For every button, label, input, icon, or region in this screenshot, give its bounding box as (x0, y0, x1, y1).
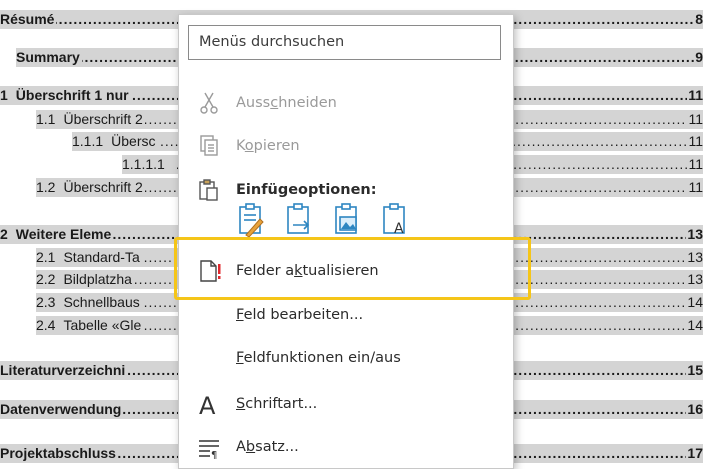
copy-label: Kopieren (236, 138, 300, 154)
toc-entry-text: Standard-Ta (63, 249, 140, 265)
toc-entry-text: Summary (16, 49, 80, 65)
toc-entry-text: Weitere Eleme (15, 226, 112, 242)
paragraph-label: Absatz... (236, 439, 299, 455)
toc-entry-text: Literaturverzeichni (0, 362, 126, 378)
font-label: Schriftart... (236, 396, 318, 412)
toc-entry-text: Übersc (111, 133, 156, 149)
toc-entry-number: 1 (0, 87, 8, 103)
svg-text:A: A (199, 392, 216, 416)
toc-entry-page: 17 (686, 444, 703, 463)
toc-entry-text: Tabelle «Gle (63, 317, 142, 333)
toc-entry-page: 11 (687, 86, 703, 105)
toc-entry-title: 2.1 Standard-Ta (36, 248, 142, 267)
toc-entry-title: Summary (16, 48, 82, 67)
toc-entry-page: 13 (686, 270, 703, 289)
paragraph-menu-item[interactable]: ¶ Absatz... (179, 429, 515, 465)
toc-entry-title: 1.1.1.1 (122, 155, 175, 174)
keep-source-formatting-icon[interactable] (236, 201, 266, 239)
toc-entry-text: Schnellbaus (63, 294, 140, 310)
toggle-field-codes-menu-item[interactable]: Feldfunktionen ein/aus (179, 340, 515, 376)
font-icon: A (199, 392, 216, 416)
toc-entry-page: 11 (687, 110, 703, 129)
toc-entry-title: 2.3 Schnellbaus (36, 293, 142, 312)
copy-menu-item[interactable]: Kopieren (179, 128, 515, 164)
toc-entry-title: 2.4 Tabelle «Gle (36, 316, 144, 335)
toc-entry-title: 2 Weitere Eleme (0, 225, 114, 244)
font-menu-item[interactable]: A Schriftart... (179, 386, 515, 422)
keep-text-only-icon[interactable]: A (380, 201, 410, 239)
toc-entry-text: Bildplatzha (63, 271, 132, 287)
toc-entry-text: Überschrift 2 (63, 111, 143, 127)
toc-entry-number: 2 (0, 226, 8, 242)
toc-entry-number: 2.2 (36, 271, 56, 287)
toc-entry-number: 2.3 (36, 294, 56, 310)
picture-icon[interactable] (332, 201, 362, 239)
toc-entry-number: 1.2 (36, 179, 56, 195)
toc-entry-page: 13 (686, 225, 703, 244)
scissors-icon (200, 92, 218, 114)
edit-field-label: Feld bearbeiten... (236, 307, 364, 323)
toc-entry-text: Überschrift 1 nur (15, 87, 129, 103)
toc-entry-title: Résumé (0, 10, 57, 29)
toc-entry-title: 1.2 Überschrift 2 (36, 178, 145, 197)
toc-entry-number: 2.1 (36, 249, 56, 265)
toc-entry-text: Datenverwendung (0, 401, 122, 417)
svg-text:¶: ¶ (211, 450, 217, 459)
merge-formatting-icon[interactable] (284, 201, 314, 239)
toc-entry-page: 11 (687, 155, 703, 174)
toc-entry-number: 1.1.1 (72, 133, 104, 149)
paste-options-row: A (236, 201, 436, 241)
toc-entry-title: Projektabschluss (0, 444, 118, 463)
edit-field-menu-item[interactable]: Feld bearbeiten... (179, 297, 515, 333)
toc-entry-title: Literaturverzeichni (0, 361, 128, 380)
toc-entry-text: Projektabschluss (0, 445, 116, 461)
clipboard-icon (199, 179, 218, 201)
cut-menu-item[interactable]: Ausschneiden (179, 85, 515, 121)
toc-entry-number: 1.1.1.1 (122, 156, 165, 172)
toc-entry-page: 14 (686, 293, 703, 312)
toc-entry-page: 11 (687, 178, 703, 197)
toc-entry-page: 11 (687, 132, 703, 151)
svg-text:A: A (394, 221, 404, 237)
toc-entry-number: 2.4 (36, 317, 56, 333)
menu-search-input[interactable]: Menüs durchsuchen (188, 25, 501, 60)
paragraph-icon: ¶ (199, 440, 219, 459)
toc-entry-title: Datenverwendung (0, 400, 124, 419)
toc-entry-number: 1.1 (36, 111, 56, 127)
toc-entry-page: 13 (686, 248, 703, 267)
toc-entry-page: 9 (694, 48, 703, 67)
toc-entry-title: 1.1.1 Übersc (72, 132, 158, 151)
toc-entry-text: Überschrift 2 (63, 179, 143, 195)
toc-entry-title: 1 Überschrift 1 nur (0, 86, 131, 105)
toc-entry-page: 16 (686, 400, 703, 419)
toc-entry-title: 1.1 Überschrift 2 (36, 110, 145, 129)
cut-label: Ausschneiden (236, 95, 337, 111)
highlight-frame (174, 237, 531, 300)
toc-entry-title: 2.2 Bildplatzha (36, 270, 134, 289)
toc-entry-page: 15 (686, 361, 703, 380)
toggle-field-codes-label: Feldfunktionen ein/aus (236, 350, 401, 366)
toc-entry-text: Résumé (0, 11, 55, 27)
toc-entry-page: 8 (694, 10, 703, 29)
toc-entry-page: 14 (686, 316, 703, 335)
copy-icon (200, 135, 218, 156)
